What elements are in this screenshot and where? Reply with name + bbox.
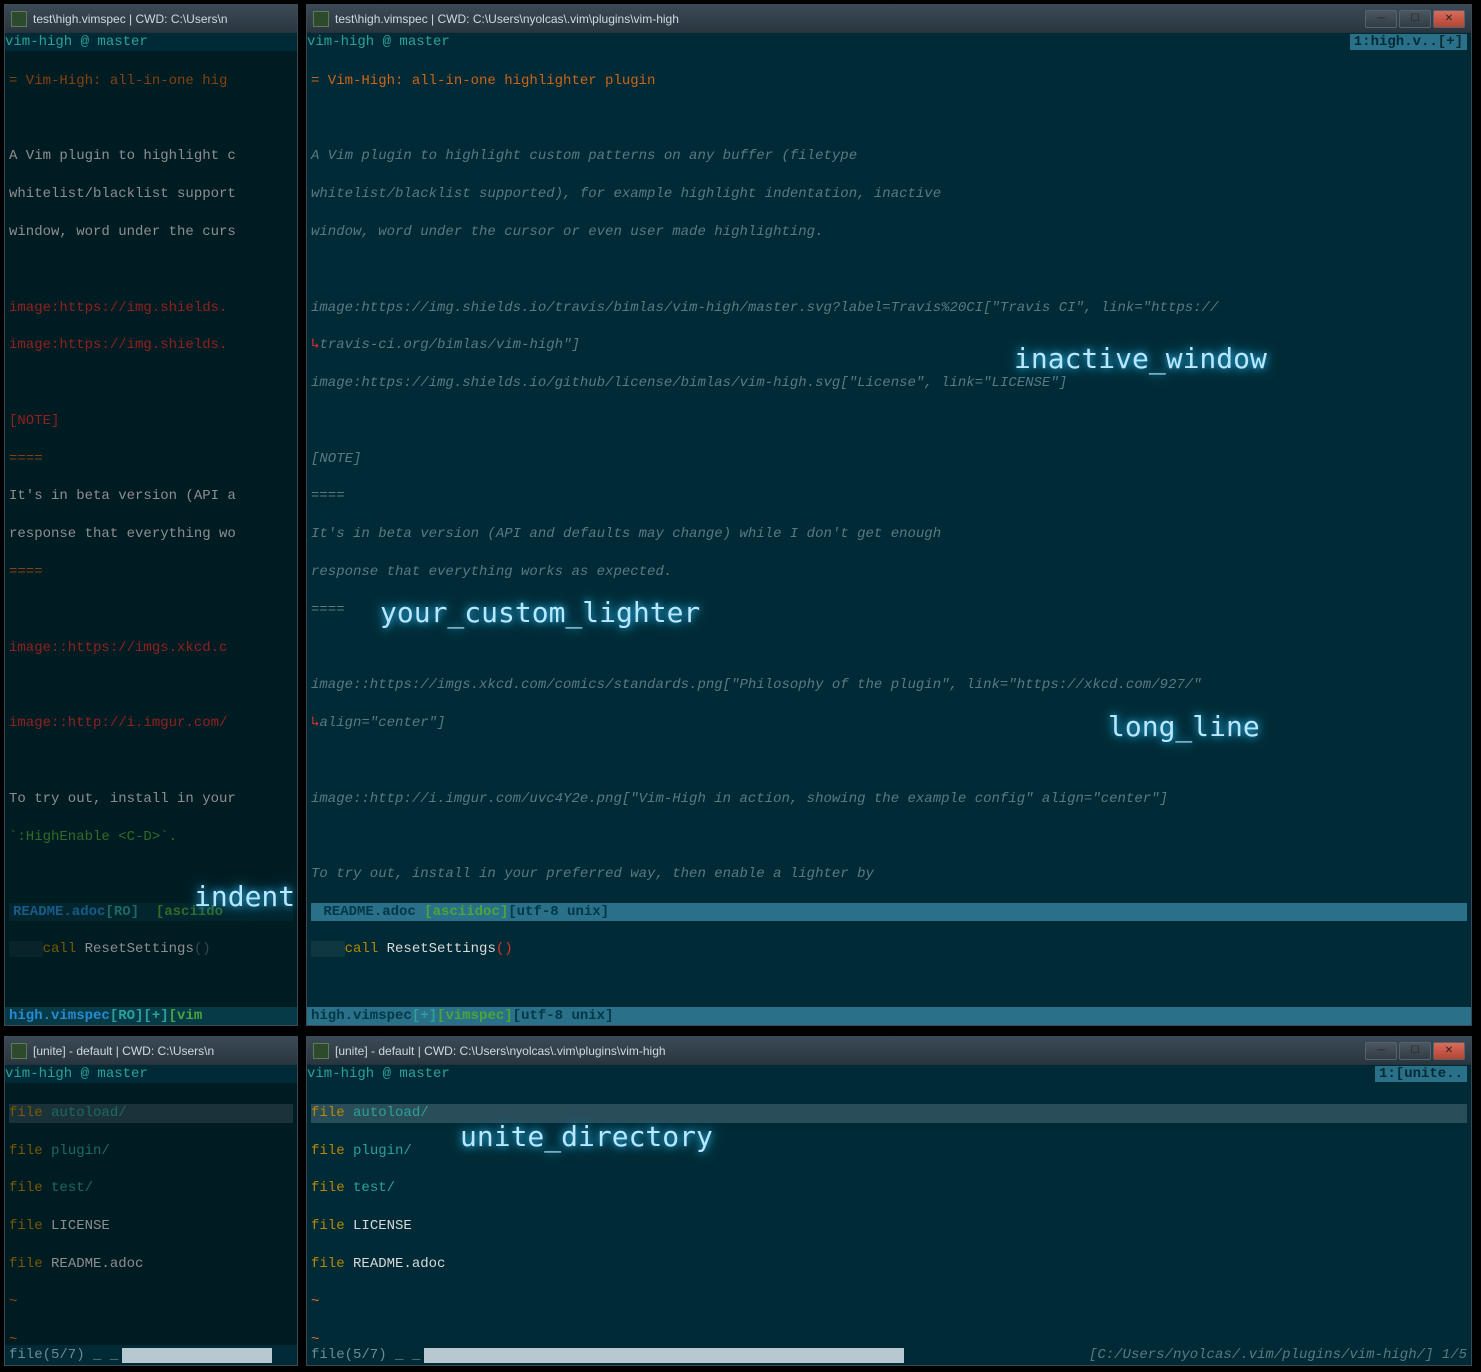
cmd: `:HighEnable <C-D>`. [9, 828, 293, 847]
img-link: image::http://i.imgur.com/uvc4Y2e.png["V… [311, 790, 1467, 809]
minimize-button[interactable]: ─ [1365, 1042, 1397, 1060]
window-top-left: test\high.vimspec | CWD: C:\Users\n vim-… [4, 4, 298, 1026]
branch-info: vim-high @ master [5, 34, 148, 50]
window-controls: ─ ☐ ✕ [1365, 1042, 1465, 1060]
text: response that everything works as expect… [311, 563, 1467, 582]
tabline: vim-high @ master [5, 33, 297, 51]
unite-prompt[interactable]: file(5/7) _ _ [C:/Users/nyolcas/.vim/plu… [307, 1345, 1471, 1365]
text: It's in beta version (API and defaults m… [311, 525, 1467, 544]
note: [NOTE] [9, 412, 293, 431]
tilde-line: ~ [311, 1293, 1467, 1312]
split-status: README.adoc [asciidoc][utf-8 unix] [311, 903, 1467, 921]
para: whitelist/blacklist supported), for exam… [311, 185, 1467, 204]
tabline: vim-high @ master 1:high.v..[+] [307, 33, 1471, 51]
vim-icon [313, 11, 329, 27]
editor-pane[interactable]: = Vim-High: all-in-one highlighter plugi… [307, 51, 1471, 1007]
statusline: high.vimspec[RO][+] [vim [5, 1007, 297, 1025]
text: To try out, install in your [9, 790, 293, 809]
window-bottom-right: [unite] - default | CWD: C:\Users\nyolca… [306, 1036, 1472, 1366]
heading: = Vim-High: all-in-one hig [9, 72, 293, 91]
unite-prompt[interactable]: file(5/7) _ _ [5, 1345, 297, 1365]
unite-path: [C:/Users/nyolcas/.vim/plugins/vim-high/… [1089, 1347, 1467, 1363]
close-button[interactable]: ✕ [1433, 1042, 1465, 1060]
vim-icon [11, 1043, 27, 1059]
img-link: image:https://img.shields. [9, 336, 293, 355]
img-link: image:https://img.shields. [9, 299, 293, 318]
title-text: test\high.vimspec | CWD: C:\Users\nyolca… [335, 12, 1365, 26]
dashes: ==== [311, 487, 1467, 506]
window-controls: ─ ☐ ✕ [1365, 10, 1465, 28]
dashes: ==== [9, 563, 293, 582]
text: response that everything wo [9, 525, 293, 544]
window-bottom-left: [unite] - default | CWD: C:\Users\n vim-… [4, 1036, 298, 1366]
unite-pane[interactable]: file autoload/ file plugin/ file test/ f… [5, 1083, 297, 1345]
text: It's in beta version (API a [9, 487, 293, 506]
heading: = Vim-High: all-in-one highlighter plugi… [311, 72, 1467, 91]
statusline: high.vimspec[+] [vimspec][utf-8 unix] [307, 1007, 1471, 1025]
cursor-icon [424, 1348, 904, 1363]
cursor-icon [122, 1348, 272, 1363]
title-text: [unite] - default | CWD: C:\Users\n [33, 1044, 291, 1058]
dashes: ==== [9, 450, 293, 469]
maximize-button[interactable]: ☐ [1399, 10, 1431, 28]
tilde-line: ~ [311, 1331, 1467, 1345]
list-item[interactable]: file autoload/ [311, 1104, 1467, 1123]
vim-icon [313, 1043, 329, 1059]
branch-info: vim-high @ master [307, 34, 450, 50]
list-item[interactable]: file LICENSE [311, 1217, 1467, 1236]
list-item[interactable]: file test/ [311, 1179, 1467, 1198]
dashes: ==== [311, 601, 1467, 620]
tabline: vim-high @ master [5, 1065, 297, 1083]
close-button[interactable]: ✕ [1433, 10, 1465, 28]
titlebar[interactable]: test\high.vimspec | CWD: C:\Users\n [5, 5, 297, 33]
branch-info: vim-high @ master [307, 1066, 450, 1082]
minimize-button[interactable]: ─ [1365, 10, 1397, 28]
list-item[interactable]: file plugin/ [311, 1142, 1467, 1161]
para: window, word under the cursor or even us… [311, 223, 1467, 242]
para: A Vim plugin to highlight custom pattern… [311, 147, 1467, 166]
maximize-button[interactable]: ☐ [1399, 1042, 1431, 1060]
note: [NOTE] [311, 450, 1467, 469]
unite-pane[interactable]: file autoload/ file plugin/ file test/ f… [307, 1083, 1471, 1345]
branch-info: vim-high @ master [5, 1066, 148, 1082]
titlebar[interactable]: [unite] - default | CWD: C:\Users\nyolca… [307, 1037, 1471, 1065]
img-link: image::https://imgs.xkcd.c [9, 639, 293, 658]
list-item[interactable]: file README.adoc [311, 1255, 1467, 1274]
titlebar[interactable]: [unite] - default | CWD: C:\Users\n [5, 1037, 297, 1065]
img-link: image::http://i.imgur.com/ [9, 714, 293, 733]
tab-indicator[interactable]: 1:high.v..[+] [1350, 34, 1467, 50]
split-status: README.adoc[RO] [asciido [9, 903, 293, 921]
para: whitelist/blacklist support [9, 185, 293, 204]
img-link: image:https://img.shields.io/travis/biml… [311, 299, 1467, 318]
editor-pane[interactable]: = Vim-High: all-in-one hig A Vim plugin … [5, 51, 297, 1007]
img-link: image:https://img.shields.io/github/lice… [311, 374, 1467, 393]
window-top-right: test\high.vimspec | CWD: C:\Users\nyolca… [306, 4, 1472, 1026]
tab-indicator[interactable]: 1:[unite.. [1375, 1066, 1467, 1082]
text: To try out, install in your preferred wa… [311, 865, 1467, 884]
vim-icon [11, 11, 27, 27]
title-text: [unite] - default | CWD: C:\Users\nyolca… [335, 1044, 1365, 1058]
titlebar[interactable]: test\high.vimspec | CWD: C:\Users\nyolca… [307, 5, 1471, 33]
tabline: vim-high @ master 1:[unite.. [307, 1065, 1471, 1083]
para: A Vim plugin to highlight c [9, 147, 293, 166]
img-link: image::https://imgs.xkcd.com/comics/stan… [311, 676, 1467, 695]
para: window, word under the curs [9, 223, 293, 242]
title-text: test\high.vimspec | CWD: C:\Users\n [33, 12, 291, 26]
